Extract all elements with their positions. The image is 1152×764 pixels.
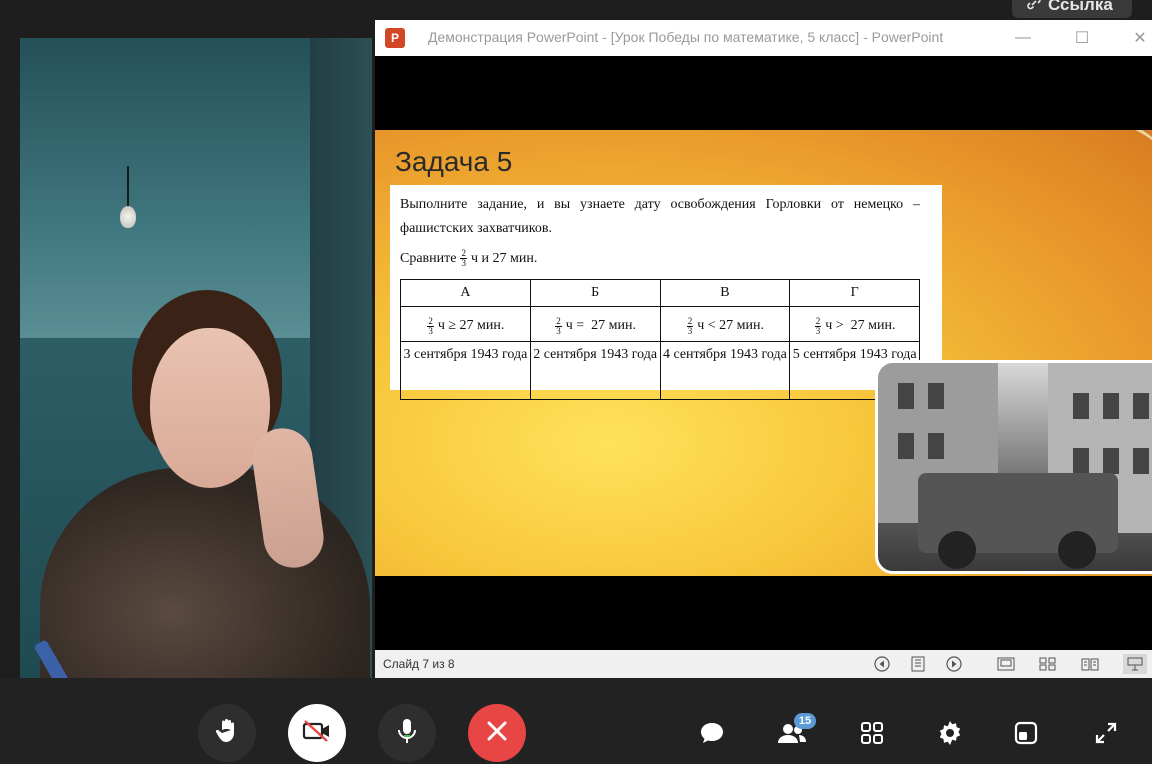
slide-canvas[interactable]: Задача 5 Выполните задание, и вы узнаете… <box>375 130 1152 576</box>
table-header: А <box>400 279 531 307</box>
compare-line: Сравните 2 3 ч и 27 мин. <box>400 248 538 268</box>
shared-screen-powerpoint: P Демонстрация PowerPoint - [Урок Победы… <box>375 20 1152 678</box>
copy-link-button[interactable]: Ссылка <box>1012 0 1132 18</box>
reading-view-icon[interactable] <box>1081 656 1099 672</box>
chat-icon[interactable] <box>694 715 730 751</box>
answer-table: А Б В Г 23 ч ≥ 27 мин. 23 ч = 27 мин. 23… <box>400 279 920 400</box>
next-slide-icon[interactable] <box>945 656 963 672</box>
camera-off-icon <box>302 719 332 747</box>
slide-sorter-icon[interactable] <box>1039 656 1057 672</box>
settings-gear-icon[interactable] <box>932 715 968 751</box>
previous-slide-icon[interactable] <box>873 656 891 672</box>
raise-hand-button[interactable] <box>198 704 256 762</box>
table-cell: 23 ч = 27 мин. <box>529 306 661 342</box>
link-icon <box>1026 0 1042 16</box>
maximize-button[interactable]: ☐ <box>1069 26 1095 50</box>
table-cell: 3 сентября 1943 года <box>400 341 531 400</box>
end-call-button[interactable] <box>468 704 526 762</box>
slide-title: Задача 5 <box>395 146 513 177</box>
task-text: Выполните задание, и вы узнаете дату осв… <box>400 197 920 236</box>
close-button[interactable]: ✕ <box>1127 26 1152 50</box>
normal-view-icon[interactable] <box>997 656 1015 672</box>
historical-photo <box>875 360 1152 574</box>
fullscreen-icon[interactable] <box>1088 715 1124 751</box>
powerpoint-statusbar: Слайд 7 из 8 <box>375 650 1152 678</box>
table-cell: 23 ч > 27 мин. <box>789 306 920 342</box>
copy-link-label: Ссылка <box>1048 0 1113 14</box>
table-header: В <box>659 279 791 307</box>
hand-icon <box>215 718 239 749</box>
microphone-icon <box>397 718 417 749</box>
camera-toggle-button[interactable] <box>288 704 346 762</box>
table-cell: 23 ч < 27 мин. <box>659 306 791 342</box>
grid-view-icon[interactable] <box>854 715 890 751</box>
call-toolbar <box>0 678 1152 764</box>
table-header: Г <box>789 279 920 307</box>
table-header: Б <box>529 279 661 307</box>
task-box: Выполните задание, и вы узнаете дату осв… <box>390 185 942 400</box>
lightbulb-in-video <box>120 206 136 228</box>
participant-video-tile[interactable] <box>20 38 372 678</box>
powerpoint-logo-icon: P <box>385 28 405 48</box>
microphone-button[interactable] <box>378 704 436 762</box>
fraction: 2 3 <box>460 248 467 268</box>
slide-counter: Слайд 7 из 8 <box>383 657 455 671</box>
table-cell: 23 ч ≥ 27 мин. <box>400 306 531 342</box>
picture-in-picture-icon[interactable] <box>1008 715 1044 751</box>
decorative-leaf <box>1075 130 1152 185</box>
window-title: Демонстрация PowerPoint - [Урок Победы п… <box>428 29 944 45</box>
powerpoint-titlebar: P Демонстрация PowerPoint - [Урок Победы… <box>375 20 1152 56</box>
close-icon <box>486 720 508 747</box>
table-cell: 2 сентября 1943 года <box>529 341 661 400</box>
slide-menu-icon[interactable] <box>909 656 927 672</box>
minimize-button[interactable]: — <box>1010 26 1036 50</box>
participants-count-badge: 15 <box>794 713 816 729</box>
slide-show-icon[interactable] <box>1123 654 1147 674</box>
table-cell: 4 сентября 1943 года <box>659 341 791 400</box>
